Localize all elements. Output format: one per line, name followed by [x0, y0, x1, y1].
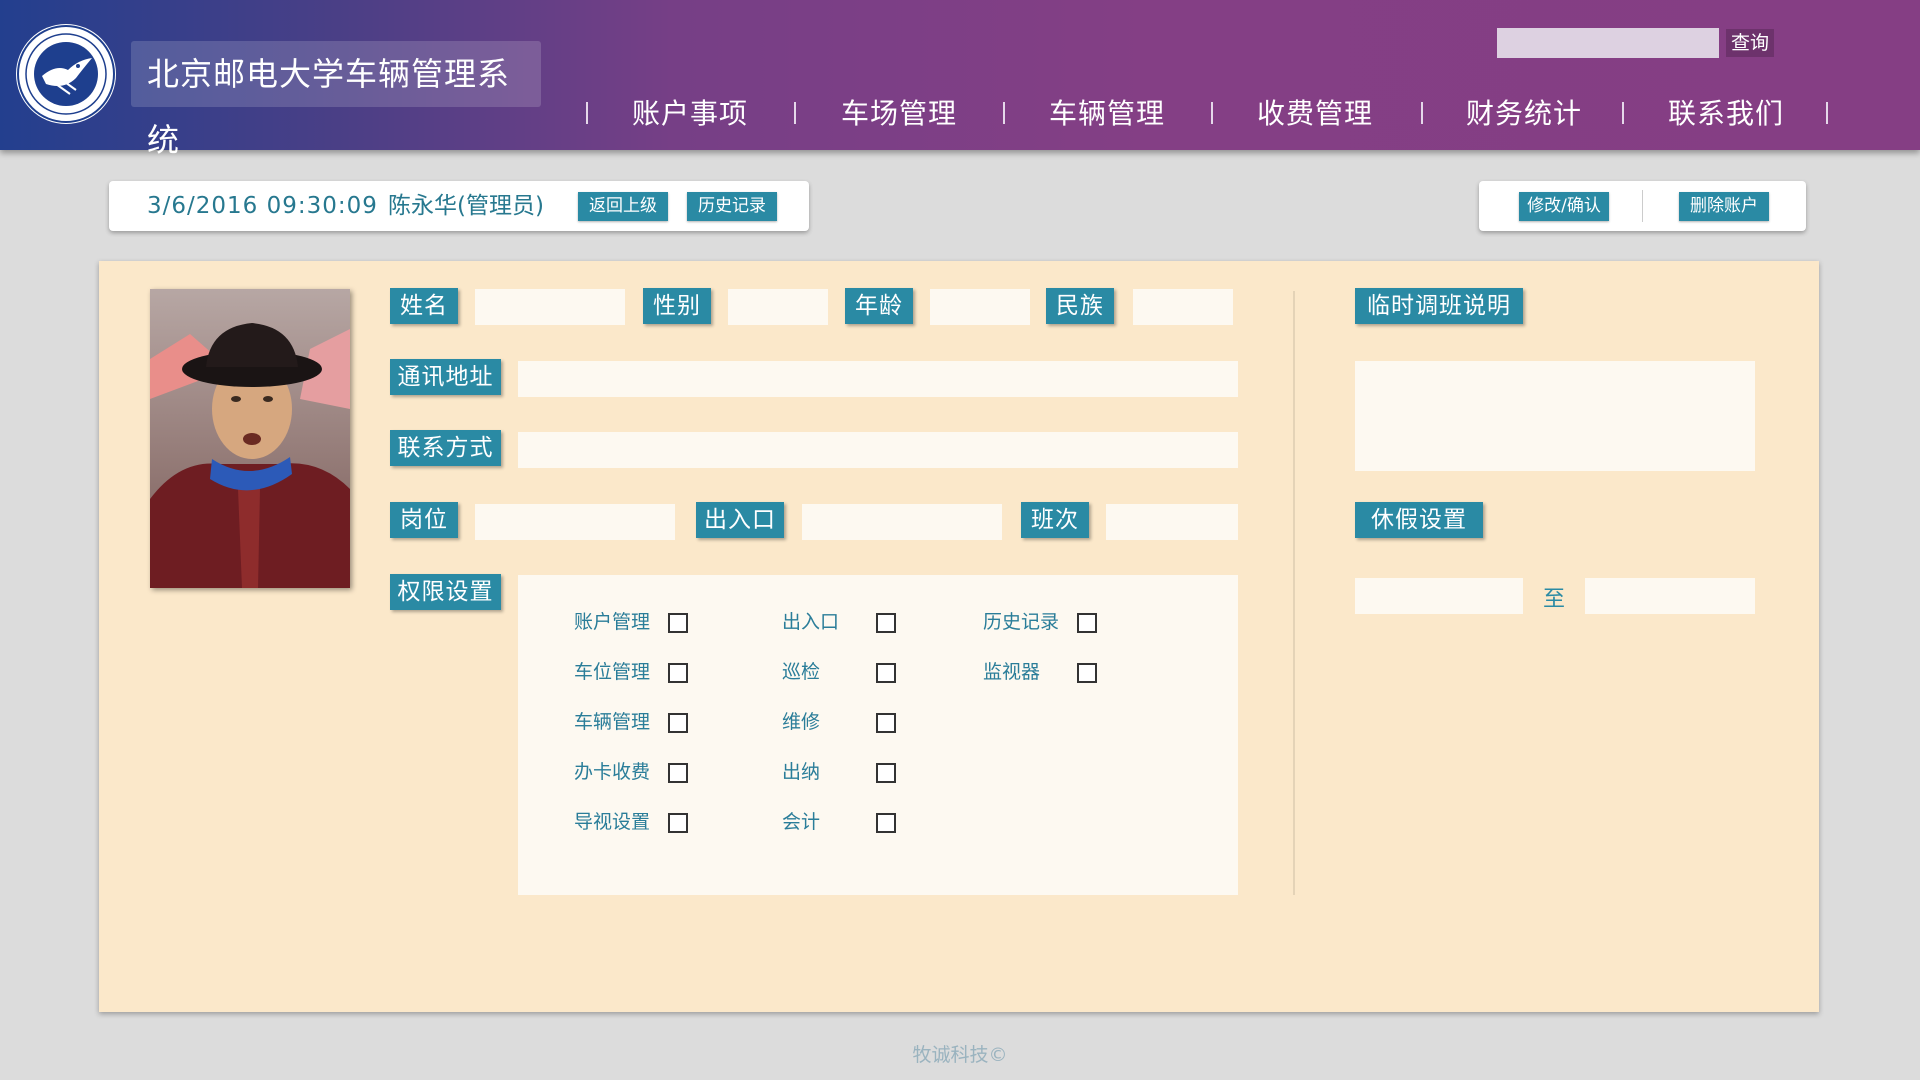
nav-item-fees[interactable]: 收费管理 [1250, 92, 1380, 136]
nav-item-account[interactable]: 账户事项 [625, 92, 755, 136]
perm-parking-label: 车位管理 [574, 661, 651, 683]
search-input[interactable] [1497, 28, 1719, 58]
perm-parking-checkbox[interactable] [668, 663, 688, 683]
name-label: 姓名 [390, 288, 458, 324]
vacation-end-field[interactable] [1585, 578, 1755, 614]
shift-field[interactable] [1106, 504, 1238, 540]
address-field[interactable] [518, 361, 1238, 397]
perm-accounting-label: 会计 [782, 811, 821, 833]
nav-item-parking-lot[interactable]: 车场管理 [834, 92, 964, 136]
vacation-label: 休假设置 [1355, 502, 1483, 538]
back-button[interactable]: 返回上级 [578, 192, 668, 221]
history-button[interactable]: 历史记录 [687, 192, 777, 221]
current-user: 陈永华(管理员) [388, 193, 544, 219]
name-field[interactable] [475, 289, 625, 325]
perm-cashier-label: 出纳 [782, 761, 821, 783]
perm-history-label: 历史记录 [983, 611, 1060, 633]
perm-monitor-label: 监视器 [983, 661, 1041, 683]
gate-label: 出入口 [696, 502, 784, 538]
perm-account-checkbox[interactable] [668, 613, 688, 633]
position-label: 岗位 [390, 502, 458, 538]
perm-account-label: 账户管理 [574, 611, 651, 633]
age-field[interactable] [930, 289, 1030, 325]
perm-patrol-checkbox[interactable] [876, 663, 896, 683]
vacation-start-field[interactable] [1355, 578, 1523, 614]
to-text: 至 [1543, 587, 1566, 612]
age-label: 年龄 [845, 288, 913, 324]
app-header: 北京邮电大学车辆管理系统 查询 账户事项 车场管理 车辆管理 收费管理 财务统计… [0, 0, 1920, 159]
nav-item-vehicles[interactable]: 车辆管理 [1042, 92, 1172, 136]
perm-signage-label: 导视设置 [574, 811, 651, 833]
permissions-label: 权限设置 [390, 574, 501, 610]
shift-note-label: 临时调班说明 [1355, 288, 1523, 324]
edit-confirm-button[interactable]: 修改/确认 [1519, 192, 1609, 221]
footer-copyright: 牧诚科技© [912, 1044, 1008, 1066]
perm-vehicles-label: 车辆管理 [574, 711, 651, 733]
address-label: 通讯地址 [390, 359, 501, 395]
perm-accounting-checkbox[interactable] [876, 813, 896, 833]
contact-label: 联系方式 [390, 430, 501, 466]
perm-signage-checkbox[interactable] [668, 813, 688, 833]
gate-field[interactable] [802, 504, 1002, 540]
perm-history-checkbox[interactable] [1077, 613, 1097, 633]
nav-item-contact[interactable]: 联系我们 [1661, 92, 1791, 136]
perm-card-fees-checkbox[interactable] [668, 763, 688, 783]
system-title: 北京邮电大学车辆管理系统 [131, 41, 541, 159]
shift-label: 班次 [1021, 502, 1089, 538]
perm-repair-label: 维修 [782, 711, 821, 733]
nav-separator [1421, 102, 1423, 124]
session-bar: 3/6/2016 09:30:09 陈永华(管理员) 返回上级 历史记录 [109, 181, 809, 231]
nav-separator [1826, 102, 1828, 124]
nav-separator [1211, 102, 1213, 124]
gender-label: 性别 [643, 288, 711, 324]
panel-divider [1293, 291, 1295, 895]
search-button[interactable]: 查询 [1726, 29, 1774, 57]
account-actions-bar: 修改/确认 删除账户 [1479, 181, 1806, 231]
perm-gate-label: 出入口 [782, 611, 840, 633]
profile-photo[interactable] [150, 289, 350, 588]
university-logo-icon [16, 24, 116, 124]
perm-card-fees-label: 办卡收费 [574, 761, 651, 783]
perm-patrol-label: 巡检 [782, 661, 821, 683]
nav-separator [1003, 102, 1005, 124]
perm-vehicles-checkbox[interactable] [668, 713, 688, 733]
nav-separator [1622, 102, 1624, 124]
datetime-text: 3/6/2016 09:30:09 [147, 193, 378, 219]
position-field[interactable] [475, 504, 675, 540]
nav-item-finance[interactable]: 财务统计 [1459, 92, 1589, 136]
perm-monitor-checkbox[interactable] [1077, 663, 1097, 683]
delete-account-button[interactable]: 删除账户 [1679, 192, 1769, 221]
perm-repair-checkbox[interactable] [876, 713, 896, 733]
ethnicity-label: 民族 [1046, 288, 1114, 324]
divider [1642, 190, 1643, 222]
contact-field[interactable] [518, 432, 1238, 468]
perm-gate-checkbox[interactable] [876, 613, 896, 633]
nav-separator [794, 102, 796, 124]
shift-note-textarea[interactable] [1355, 361, 1755, 471]
nav-separator [586, 102, 588, 124]
ethnicity-field[interactable] [1133, 289, 1233, 325]
perm-cashier-checkbox[interactable] [876, 763, 896, 783]
gender-field[interactable] [728, 289, 828, 325]
